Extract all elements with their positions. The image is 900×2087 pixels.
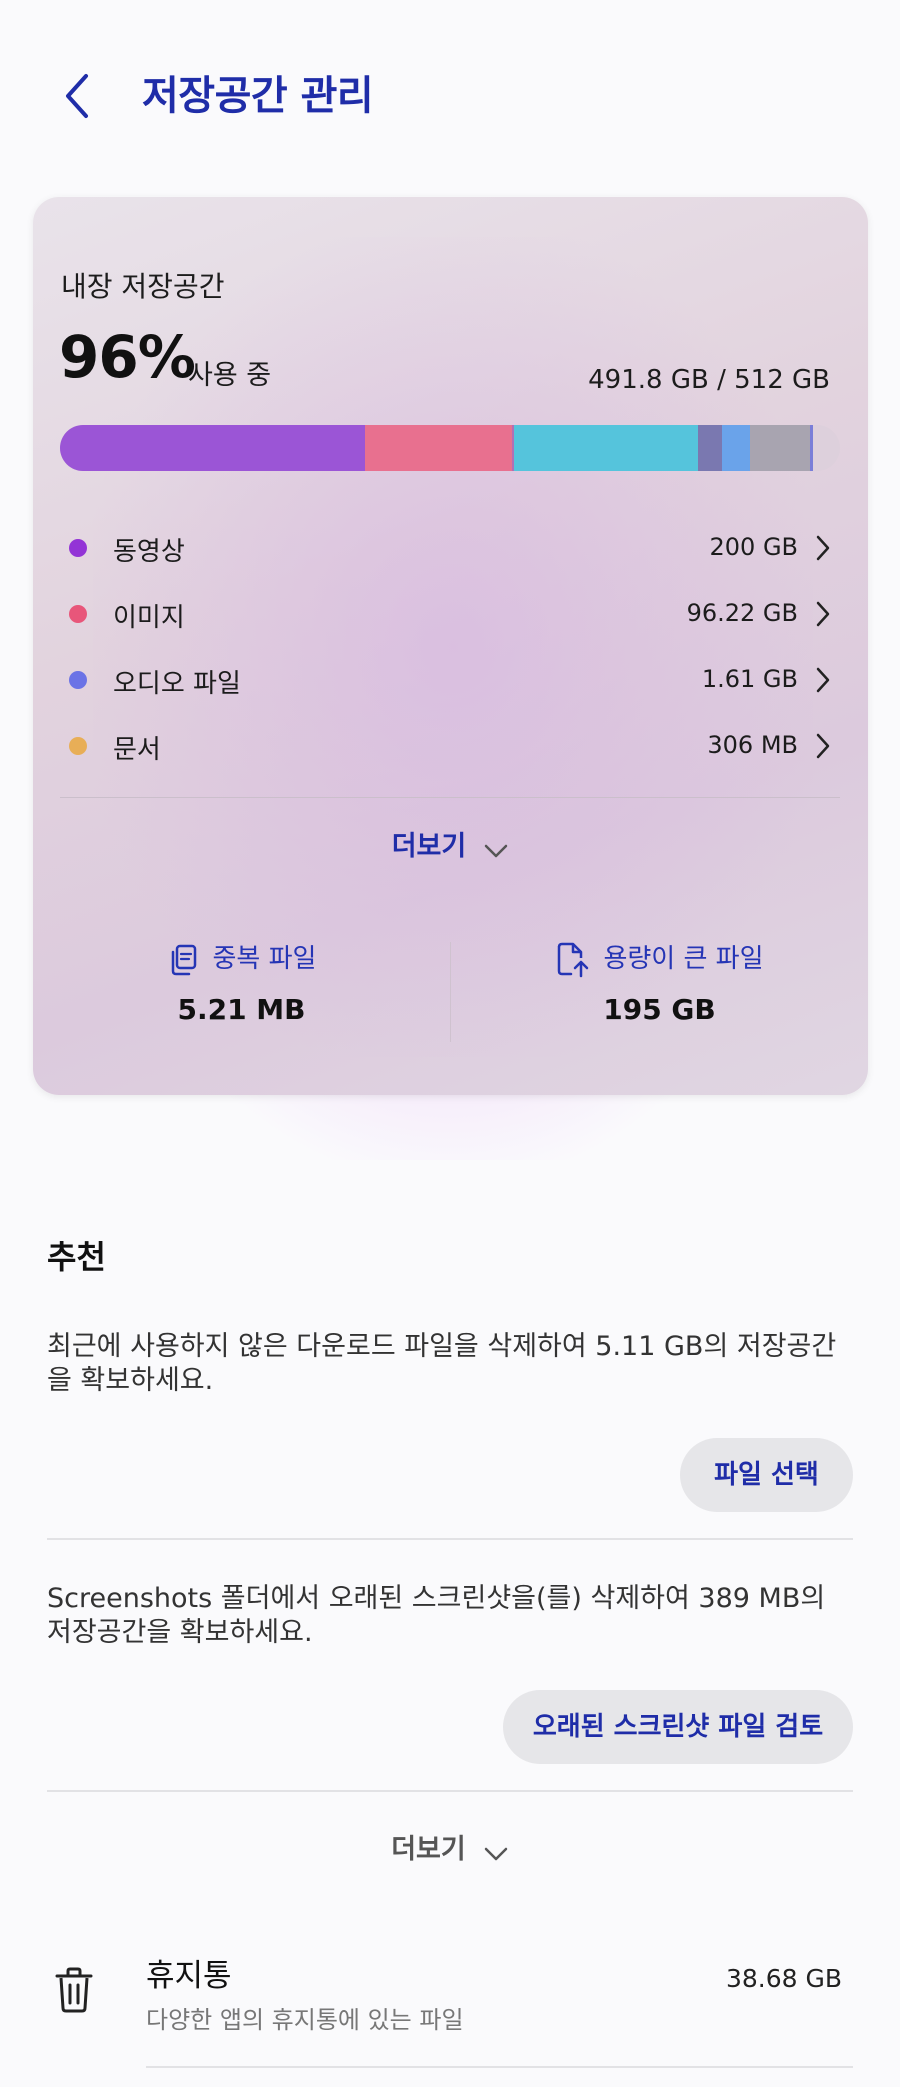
bar-segment-other-2 — [698, 425, 723, 471]
select-files-button[interactable]: 파일 선택 — [680, 1438, 853, 1512]
usage-percent: 96% — [59, 323, 196, 391]
trash-icon — [55, 1967, 93, 2013]
category-dot — [69, 737, 87, 755]
category-name: 오디오 파일 — [113, 669, 241, 699]
chevron-right-icon — [816, 535, 830, 561]
category-size: 1.61 GB — [701, 665, 798, 693]
bar-segment-other-3 — [722, 425, 751, 471]
bar-segment-other-4 — [810, 425, 813, 471]
bar-segment-apps — [513, 425, 698, 471]
duplicate-files-button[interactable]: 중복 파일 5.21 MB — [33, 937, 450, 1057]
chevron-right-icon — [816, 601, 830, 627]
bar-segment-images — [364, 425, 512, 471]
chevron-right-icon — [816, 667, 830, 693]
duplicate-file-icon — [171, 944, 196, 975]
review-screenshots-button[interactable]: 오래된 스크린샷 파일 검토 — [503, 1690, 853, 1764]
more-label: 더보기 — [391, 831, 467, 862]
chevron-down-icon — [485, 844, 508, 857]
large-files-title: 용량이 큰 파일 — [451, 937, 868, 981]
app-header: 저장공간 관리 — [0, 60, 900, 130]
internal-storage-card: 내장 저장공간 96% 사용 중 491.8 GB / 512 GB 동영상 2… — [33, 197, 868, 1095]
divider — [146, 2066, 853, 2068]
more-categories-button[interactable]: 더보기 — [33, 819, 868, 875]
storage-usage-bar — [60, 425, 840, 471]
usage-total: 491.8 GB / 512 GB — [588, 365, 830, 395]
recommendation-text: Screenshots 폴더에서 오래된 스크린샷을(를) 삭제하여 389 M… — [47, 1583, 826, 1648]
category-dot — [69, 539, 87, 557]
recommendations-title: 추천 — [47, 1238, 106, 1276]
large-files-label: 용량이 큰 파일 — [603, 944, 764, 974]
more-label: 더보기 — [391, 1834, 466, 1865]
large-files-button[interactable]: 용량이 큰 파일 195 GB — [451, 937, 868, 1057]
page-title: 저장공간 관리 — [142, 73, 374, 119]
bar-segment-system — [750, 425, 811, 471]
more-recommendations-button[interactable]: 더보기 — [0, 1820, 900, 1880]
category-size: 306 MB — [707, 731, 798, 759]
category-name: 이미지 — [113, 603, 185, 633]
duplicate-files-label: 중복 파일 — [212, 944, 317, 974]
trash-row[interactable]: 휴지통 다양한 앱의 휴지통에 있는 파일 38.68 GB — [0, 1940, 900, 2050]
trash-size: 38.68 GB — [725, 1964, 842, 1993]
duplicate-files-value: 5.21 MB — [177, 993, 306, 1026]
trash-subtitle: 다양한 앱의 휴지통에 있는 파일 — [146, 2006, 464, 2034]
divider — [47, 1790, 853, 1792]
category-row-audio[interactable]: 오디오 파일 1.61 GB — [33, 649, 868, 715]
category-dot — [69, 605, 87, 623]
chevron-left-icon — [66, 74, 88, 118]
back-button[interactable] — [58, 68, 108, 124]
chevron-down-icon — [484, 1847, 508, 1860]
category-name: 동영상 — [113, 537, 185, 567]
recommendation-text: 최근에 사용하지 않은 다운로드 파일을 삭제하여 5.11 GB의 저장공간을… — [47, 1331, 837, 1396]
large-files-value: 195 GB — [603, 993, 716, 1026]
category-name: 문서 — [113, 735, 161, 765]
usage-suffix: 사용 중 — [188, 360, 272, 391]
chevron-right-icon — [816, 733, 830, 759]
storage-management-screen: 저장공간 관리 내장 저장공간 96% 사용 중 491.8 GB / 512 … — [0, 0, 900, 2087]
category-dot — [69, 671, 87, 689]
category-row-videos[interactable]: 동영상 200 GB — [33, 517, 868, 583]
category-row-images[interactable]: 이미지 96.22 GB — [33, 583, 868, 649]
category-row-documents[interactable]: 문서 306 MB — [33, 715, 868, 781]
large-file-icon — [558, 942, 589, 977]
category-size: 96.22 GB — [686, 599, 798, 627]
card-divider — [60, 797, 840, 798]
category-list: 동영상 200 GB 이미지 96.22 GB 오디오 파일 1.61 GB 문… — [33, 517, 868, 781]
category-size: 200 GB — [709, 533, 799, 561]
trash-title: 휴지통 — [146, 1958, 232, 1994]
duplicate-files-title: 중복 파일 — [33, 937, 450, 981]
storage-label: 내장 저장공간 — [61, 270, 225, 303]
bar-segment-videos — [60, 425, 365, 471]
divider — [47, 1538, 853, 1540]
